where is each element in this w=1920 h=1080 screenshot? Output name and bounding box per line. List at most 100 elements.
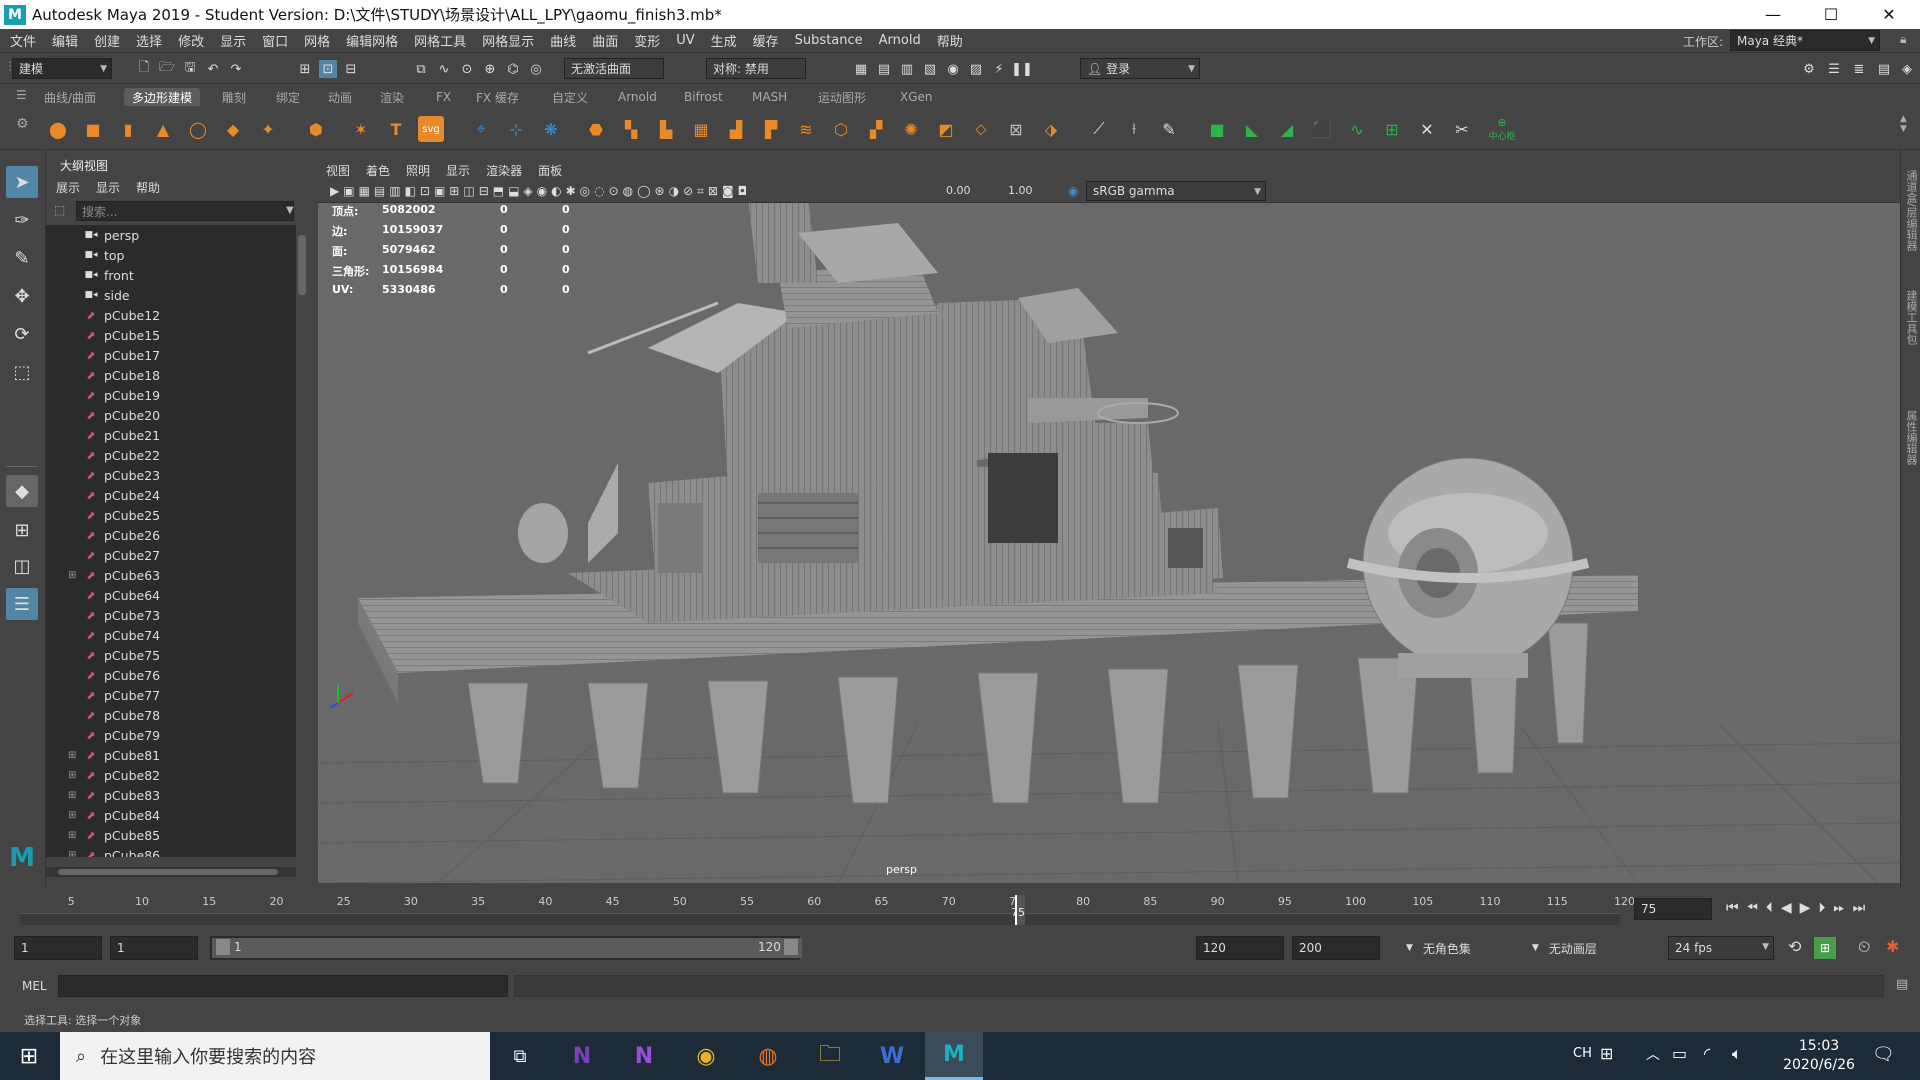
shelf-tab[interactable]: 多边形建模 [124,88,201,106]
current-frame-field[interactable]: 75 [1634,898,1712,920]
snap-point-icon[interactable]: ⊙ [458,60,476,78]
menu-item[interactable]: 帮助 [929,31,971,50]
anim-layer-dropdown[interactable]: ▼ 无动画层 [1526,936,1656,960]
outliner-item[interactable]: ⬈ pCube76 [46,665,296,685]
firefox-icon[interactable]: ◍ [739,1032,797,1080]
svg-tool-icon[interactable]: svg [418,116,444,142]
step-forward-frame-icon[interactable]: ⏵ [1818,900,1833,916]
measure-icon[interactable]: ⌖ [468,116,494,142]
target-weld-icon[interactable]: ⬦ [968,116,994,142]
poly-cone-icon[interactable]: ▲ [150,116,176,142]
outliner-item[interactable]: ⊞ ⬈ pCube82 [46,765,296,785]
outliner-item[interactable]: ⬈ pCube73 [46,605,296,625]
outliner-item[interactable]: ⬈ pCube21 [46,425,296,445]
outliner-menu-item[interactable]: 展示 [56,179,80,196]
outliner-menu-item[interactable]: 帮助 [136,179,160,196]
shelf-settings-icon[interactable]: ⚙︎ [16,116,29,132]
boolean-icon[interactable]: ▦ [688,116,714,142]
edge-loop-icon[interactable]: ◩ [933,116,959,142]
range-slider[interactable]: 1 120 [210,936,802,960]
clock-date[interactable]: 2020/6/26 [1776,1057,1862,1073]
ime-mode-icon[interactable]: ⊞ [1600,1044,1613,1063]
scene-end-field[interactable]: 200 [1292,936,1380,960]
outliner-item[interactable]: ⬈ pCube26 [46,525,296,545]
outliner-item[interactable]: ⬈ pCube24 [46,485,296,505]
shelf-tab[interactable]: 渲染 [372,88,412,106]
outliner-item[interactable]: ⊞ ⬈ pCube85 [46,825,296,845]
rotate-tool-icon[interactable]: ⟳ [6,318,38,350]
menu-item[interactable]: 窗口 [254,31,296,50]
save-scene-icon[interactable]: 🖫 [181,60,199,78]
wave-icon[interactable]: ∿ [1344,116,1370,142]
reset-pivot-icon[interactable]: ✕ [1414,116,1440,142]
expand-icon[interactable]: ⊞ [68,570,78,581]
range-end-handle[interactable] [784,939,798,955]
task-view-icon[interactable]: ⧉ [491,1032,549,1080]
lock-icon[interactable]: 🔒︎ [1900,32,1906,47]
menu-item[interactable]: 修改 [170,31,212,50]
scene-start-field[interactable]: 1 [14,936,102,960]
mel-label[interactable]: MEL [22,979,47,993]
workspace-dropdown[interactable]: Maya 经典* ▼ [1730,30,1880,51]
shelf-tab[interactable]: 自定义 [544,88,596,106]
two-view-icon[interactable]: ◫ [6,550,38,582]
playback-speed-icon[interactable]: ⏲ [1858,937,1870,957]
viewport-menu-item[interactable]: 照明 [398,162,438,179]
filter-icon[interactable]: ⬚ [54,203,65,217]
menu-set-dropdown[interactable]: 建模 ▼ [12,58,112,79]
expand-icon[interactable]: ⊞ [68,790,78,801]
outliner-hscrollbar[interactable] [46,867,296,877]
hscroll-thumb[interactable] [58,869,278,875]
anim-preferences-icon[interactable]: ✱ [1886,937,1899,956]
fps-dropdown[interactable]: 24 fps ▼ [1668,936,1774,960]
cut-uv-icon[interactable]: ⟊ [1121,116,1147,142]
poly-cube-icon[interactable]: ■ [80,116,106,142]
extrude-icon[interactable]: ▛ [758,116,784,142]
new-scene-icon[interactable]: 🗋 [135,60,153,78]
clock-time[interactable]: 15:03 [1786,1038,1852,1054]
outliner-item[interactable]: ⬈ pCube74 [46,625,296,645]
menu-item[interactable]: 网格显示 [474,31,542,50]
exposure-field[interactable]: 0.00 [946,184,971,197]
snap-grid-icon[interactable]: ⧉ [412,60,430,78]
taskbar-search-box[interactable]: ⌕ 在这里输入你要搜索的内容 [60,1032,490,1080]
range-start-handle[interactable] [216,939,230,955]
outliner-layout-icon[interactable]: ☰ [6,588,38,620]
deformer-icon[interactable]: ■ [1204,116,1230,142]
shelf-scroll-icon[interactable]: ▲ ▼ [1900,114,1907,134]
select-hierarchy-icon[interactable]: ⊞ [296,60,314,78]
go-to-end-icon[interactable]: ⏭ [1853,900,1874,916]
menu-item[interactable]: 生成 [703,31,745,50]
volume-icon[interactable]: 🔈︎ [1732,1044,1742,1064]
color-management-icon[interactable]: ◉ [1068,184,1078,198]
notification-icon[interactable]: 🗨︎ [1872,1044,1895,1065]
arnold-ipr-icon[interactable]: ⚡ [990,60,1008,78]
menu-item[interactable]: 显示 [212,31,254,50]
snap-together-icon[interactable]: ⊹ [503,116,529,142]
select-object-icon[interactable]: ⊡ [319,60,337,78]
color-space-dropdown[interactable]: sRGB gamma ▼ [1086,181,1266,201]
fill-hole-icon[interactable]: ▞ [863,116,889,142]
poly-cylinder-icon[interactable]: ▮ [115,116,141,142]
wifi-icon[interactable]: ◜ [1704,1044,1710,1063]
expand-icon[interactable]: ⊞ [68,850,78,858]
shelf-tab[interactable]: XGen [892,88,941,106]
outliner-item[interactable]: ⬈ pCube20 [46,405,296,425]
symmetry-field[interactable]: 对称: 禁用 [706,58,806,79]
select-tool-icon[interactable]: ➤ [6,166,38,198]
outliner-item[interactable]: ⬈ pCube18 [46,365,296,385]
outliner-item[interactable]: ■◂ side [46,285,296,305]
login-dropdown[interactable]: 👤︎ 登录 ▼ [1080,58,1200,79]
file-explorer-icon[interactable]: 🗀 [801,1032,859,1080]
ime-indicator[interactable]: CH [1573,1046,1592,1061]
select-component-icon[interactable]: ⊟ [342,60,360,78]
auto-key-icon[interactable]: ⊞ [1814,937,1836,959]
range-slider-bar-fill[interactable] [212,938,802,958]
ipr-render-icon[interactable]: ▥ [898,60,916,78]
maximize-button[interactable]: ☐ [1802,0,1860,29]
sew-uv-icon[interactable]: ✎ [1156,116,1182,142]
shelf-menu-icon[interactable]: ☰ [16,88,27,102]
tool-settings-icon[interactable]: ≣ [1850,60,1868,78]
bridge-icon[interactable]: ≋ [793,116,819,142]
outliner-item[interactable]: ⬈ pCube23 [46,465,296,485]
